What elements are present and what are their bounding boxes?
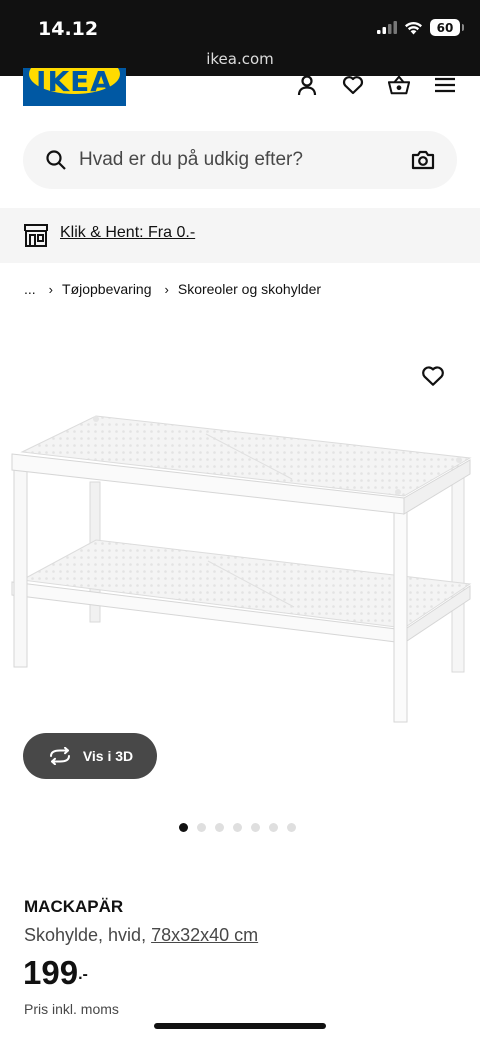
product-description: Skohylde, hvid, 78x32x40 cm	[24, 925, 258, 946]
price-suffix: .-	[78, 966, 88, 983]
view-in-3d-label: Vis i 3D	[82, 748, 134, 764]
status-time: 14.12	[38, 18, 99, 40]
breadcrumb-item-clothes-storage[interactable]: Tøjopbevaring	[62, 281, 152, 297]
gallery-dot[interactable]	[233, 823, 242, 832]
product-type-color: Skohylde, hvid,	[24, 925, 152, 945]
price-note: Pris inkl. moms	[24, 1001, 119, 1017]
product-name: MACKAPÄR	[24, 897, 124, 916]
breadcrumb: ... › Tøjopbevaring › Skoreoler og skohy…	[24, 281, 321, 297]
status-bar: 14.12 60 ikea.com	[0, 0, 480, 76]
home-indicator[interactable]	[154, 1023, 326, 1029]
gallery-pagination	[179, 823, 296, 832]
breadcrumb-item-shoe-racks[interactable]: Skoreoler og skohylder	[178, 281, 321, 297]
chevron-right-icon: ›	[164, 281, 169, 297]
gallery-dot[interactable]	[215, 823, 224, 832]
view-in-3d-button[interactable]: Vis i 3D	[23, 733, 157, 779]
status-icons: 60	[377, 19, 464, 36]
product-price: 199 .-	[23, 954, 88, 992]
gallery-dot[interactable]	[269, 823, 278, 832]
price-value: 199	[23, 954, 79, 991]
store-pickup-icon	[24, 224, 48, 247]
gallery-dot[interactable]	[179, 823, 188, 832]
search-icon[interactable]	[45, 149, 67, 171]
rotate-3d-icon	[49, 747, 70, 765]
header-nav	[296, 72, 456, 98]
account-icon[interactable]	[296, 72, 318, 98]
product-image-shoe-rack[interactable]	[8, 400, 473, 730]
ikea-logo[interactable]: IKEA	[23, 68, 126, 106]
browser-url[interactable]: ikea.com	[0, 50, 480, 68]
product-dimensions-link[interactable]: 78x32x40 cm	[151, 925, 258, 945]
search-input[interactable]	[79, 131, 389, 189]
wifi-icon	[405, 21, 422, 34]
search-bar	[23, 131, 457, 189]
cellular-signal-icon	[377, 21, 397, 34]
click-collect-link[interactable]: Klik & Hent: Fra 0.-	[60, 224, 195, 242]
gallery-dot[interactable]	[287, 823, 296, 832]
heart-icon	[422, 366, 444, 386]
hamburger-menu-icon[interactable]	[434, 72, 456, 98]
battery-indicator: 60	[430, 19, 464, 36]
add-to-favourites-button[interactable]	[421, 365, 445, 392]
breadcrumb-ellipsis[interactable]: ...	[24, 281, 36, 297]
chevron-right-icon: ›	[48, 281, 54, 297]
gallery-dot[interactable]	[251, 823, 260, 832]
gallery-dot[interactable]	[197, 823, 206, 832]
heart-icon[interactable]	[342, 72, 364, 98]
click-collect-banner: Klik & Hent: Fra 0.-	[0, 208, 480, 263]
camera-search-icon[interactable]	[411, 149, 435, 171]
shopping-bag-icon[interactable]	[388, 72, 410, 98]
logo-text: IKEA	[36, 68, 113, 98]
